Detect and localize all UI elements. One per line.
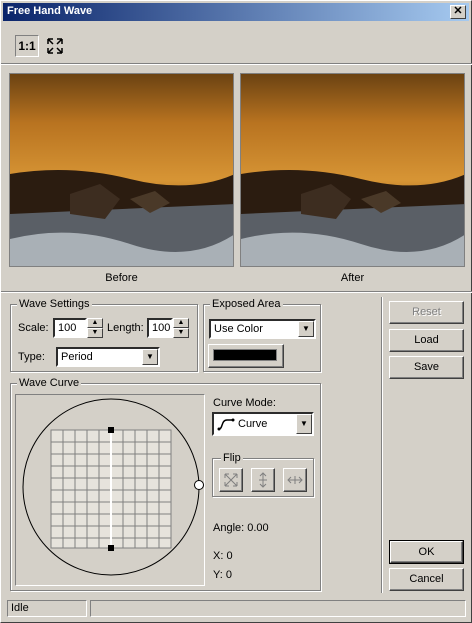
curve-icon (217, 418, 235, 431)
angle-readout: Angle: 0.00 (213, 522, 269, 534)
after-preview (240, 73, 465, 267)
vertical-separator (381, 297, 383, 593)
dialog-window: Free Hand Wave ✕ 1:1 Before After Wave S… (0, 0, 472, 623)
x-readout: X: 0 (213, 550, 233, 562)
exposed-area-select[interactable]: Use Color ▼ (209, 319, 316, 339)
window-title: Free Hand Wave (7, 5, 93, 17)
chevron-down-icon[interactable]: ▼ (296, 414, 312, 434)
curve-editor[interactable] (15, 394, 205, 586)
length-label: Length: (107, 322, 144, 334)
before-preview (9, 73, 234, 267)
chevron-down-icon[interactable]: ▼ (298, 321, 314, 337)
curve-mode-value: Curve (238, 418, 268, 430)
status-text: Idle (7, 600, 87, 617)
y-readout: Y: 0 (213, 569, 232, 581)
title-bar[interactable]: Free Hand Wave ✕ (3, 3, 469, 21)
fit-to-window-button[interactable] (43, 35, 67, 57)
ok-button[interactable]: OK (389, 540, 464, 564)
flip-horizontal-button[interactable] (283, 468, 307, 492)
flip-vertical-icon (259, 472, 267, 488)
flip-both-button[interactable] (219, 468, 243, 492)
wave-curve-title: Wave Curve (17, 377, 82, 389)
color-swatch-button[interactable] (208, 344, 284, 368)
zoom-1to1-button[interactable]: 1:1 (15, 35, 39, 57)
after-label: After (340, 272, 365, 284)
reset-button[interactable]: Reset (389, 301, 464, 324)
flip-horizontal-icon (287, 476, 303, 484)
length-spinner[interactable]: ▲ ▼ (173, 318, 189, 338)
flip-title: Flip (221, 452, 243, 464)
curve-mode-label: Curve Mode: (213, 397, 276, 409)
load-button[interactable]: Load (389, 329, 464, 352)
type-select[interactable]: Period ▼ (56, 347, 160, 367)
exposed-area-title: Exposed Area (210, 298, 283, 310)
exposed-area-value: Use Color (214, 323, 263, 335)
chevron-down-icon[interactable]: ▼ (142, 349, 158, 365)
length-input[interactable]: 100 (147, 318, 173, 338)
flip-both-icon (224, 473, 238, 487)
cancel-button[interactable]: Cancel (389, 568, 464, 591)
toolbar-separator (1, 63, 472, 65)
zoom-label: 1:1 (18, 39, 36, 53)
spin-up-icon[interactable]: ▲ (87, 318, 103, 328)
flip-vertical-button[interactable] (251, 468, 275, 492)
spin-up-icon[interactable]: ▲ (173, 318, 189, 328)
type-value: Period (61, 351, 93, 363)
save-button[interactable]: Save (389, 356, 464, 379)
fit-to-window-icon (47, 38, 63, 54)
scale-label: Scale: (18, 322, 49, 334)
close-icon: ✕ (453, 5, 463, 17)
type-label: Type: (18, 351, 45, 363)
preview-separator (1, 291, 472, 293)
curve-mode-select[interactable]: Curve ▼ (212, 412, 314, 436)
scale-input[interactable]: 100 (53, 318, 87, 338)
status-panel (90, 600, 466, 617)
scale-spinner[interactable]: ▲ ▼ (87, 318, 103, 338)
color-swatch (213, 349, 277, 361)
before-label: Before (105, 272, 138, 284)
spin-down-icon[interactable]: ▼ (87, 328, 103, 338)
rotation-handle[interactable] (194, 480, 204, 490)
close-button[interactable]: ✕ (450, 5, 466, 19)
spin-down-icon[interactable]: ▼ (173, 328, 189, 338)
wave-settings-title: Wave Settings (17, 298, 92, 310)
